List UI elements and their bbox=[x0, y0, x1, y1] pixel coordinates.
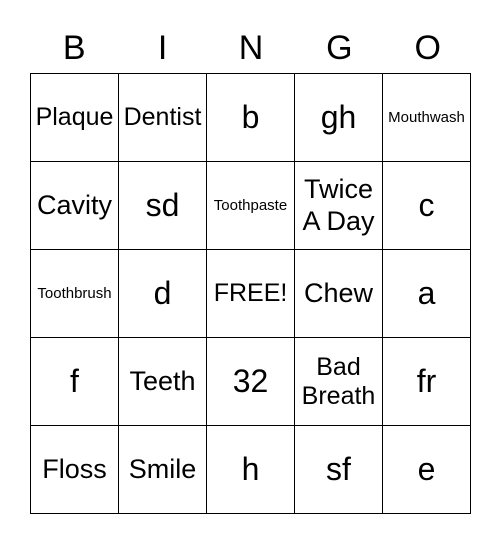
bingo-cell: gh bbox=[295, 74, 383, 162]
bingo-header: B I N G O bbox=[30, 24, 472, 72]
bingo-cell: Toothbrush bbox=[31, 250, 119, 338]
bingo-cell: c bbox=[383, 162, 471, 250]
bingo-cell: Teeth bbox=[119, 338, 207, 426]
bingo-cell: e bbox=[383, 426, 471, 514]
bingo-cell: Cavity bbox=[31, 162, 119, 250]
bingo-cell: fr bbox=[383, 338, 471, 426]
bingo-cell: b bbox=[207, 74, 295, 162]
bingo-cell: Smile bbox=[119, 426, 207, 514]
bingo-cell: h bbox=[207, 426, 295, 514]
bingo-cell: Chew bbox=[295, 250, 383, 338]
bingo-cell: Plaque bbox=[31, 74, 119, 162]
bingo-grid: Plaque Dentist b gh Mouthwash Cavity sd … bbox=[30, 73, 471, 514]
bingo-cell: f bbox=[31, 338, 119, 426]
header-letter-o: O bbox=[414, 29, 441, 67]
header-letter-i: I bbox=[157, 29, 168, 67]
free-space-cell: FREE! bbox=[207, 250, 295, 338]
header-letter-g: G bbox=[326, 29, 353, 67]
bingo-cell: Floss bbox=[31, 426, 119, 514]
bingo-cell: 32 bbox=[207, 338, 295, 426]
bingo-cell: sd bbox=[119, 162, 207, 250]
header-letter-n: N bbox=[238, 29, 264, 67]
bingo-cell: Bad Breath bbox=[295, 338, 383, 426]
bingo-cell: d bbox=[119, 250, 207, 338]
bingo-cell: Twice A Day bbox=[295, 162, 383, 250]
bingo-cell: Toothpaste bbox=[207, 162, 295, 250]
bingo-cell: sf bbox=[295, 426, 383, 514]
header-letter-b: B bbox=[62, 29, 86, 67]
bingo-cell: a bbox=[383, 250, 471, 338]
bingo-cell: Dentist bbox=[119, 74, 207, 162]
bingo-cell: Mouthwash bbox=[383, 74, 471, 162]
